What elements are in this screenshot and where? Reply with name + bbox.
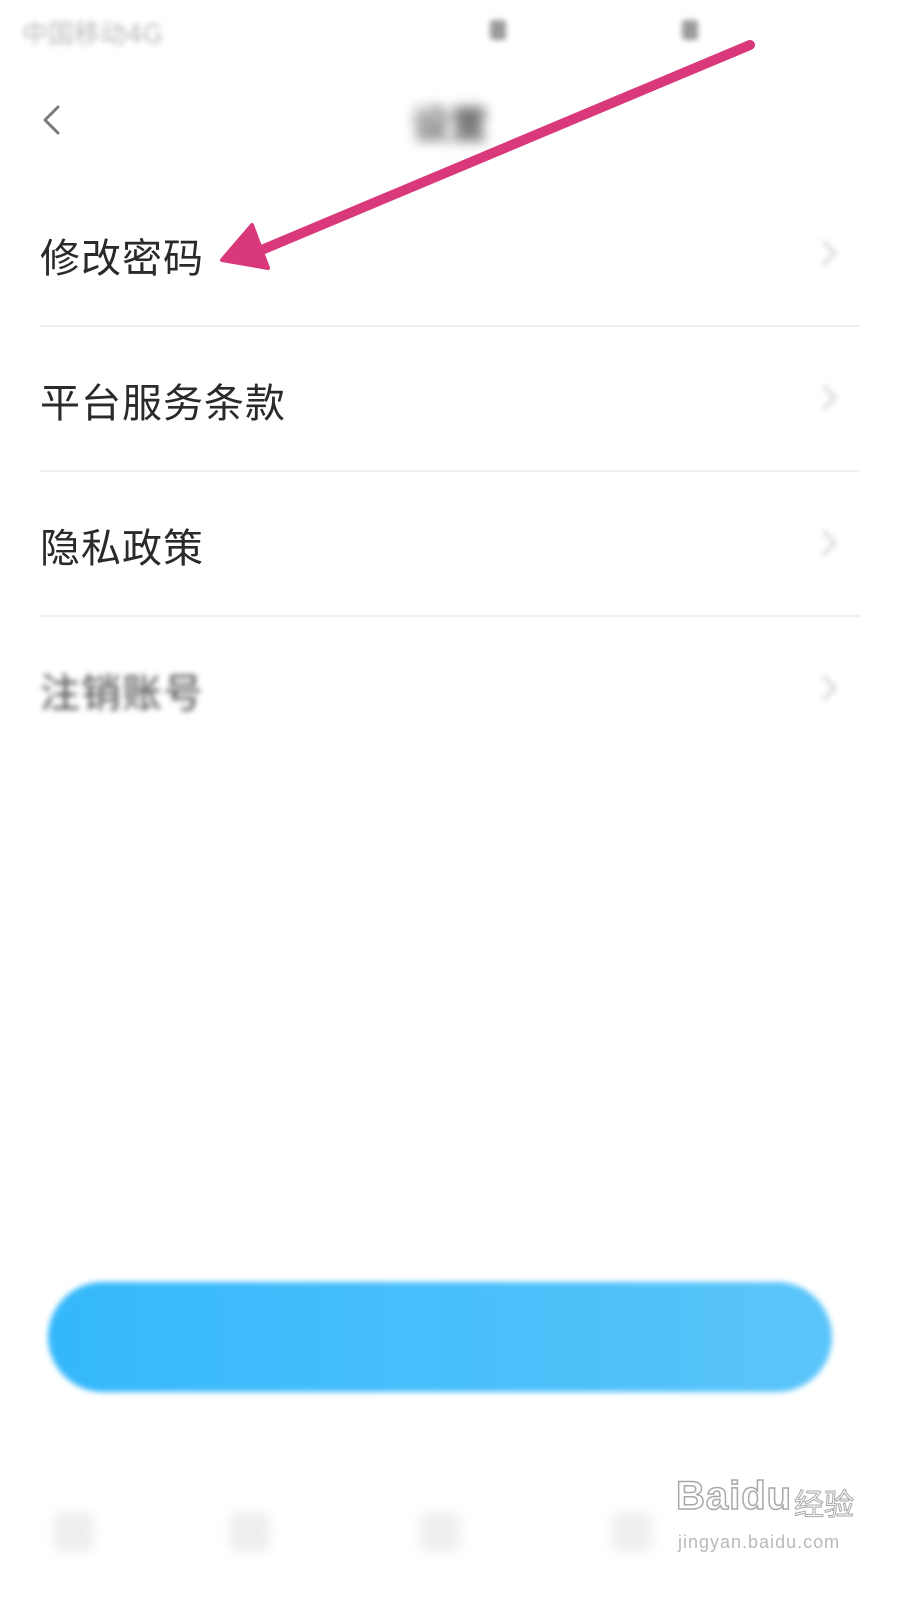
watermark-brand: Baidu: [675, 1473, 793, 1519]
watermark-product: 经验: [794, 1488, 855, 1524]
chevron-right-icon: [820, 528, 838, 558]
settings-item-terms-of-service[interactable]: 平台服务条款: [0, 327, 900, 472]
settings-item-label: 修改密码: [40, 236, 204, 282]
profile-tab-icon[interactable]: [612, 1512, 652, 1552]
settings-item-privacy-policy[interactable]: 隐私政策: [0, 472, 900, 617]
navigation-bar: 设置: [0, 64, 900, 174]
baidu-jingyan-watermark: Baidu 经验 jingyan.baidu.com: [675, 1473, 886, 1584]
discover-tab-icon[interactable]: [230, 1512, 270, 1552]
watermark-url: jingyan.baidu.com: [678, 1532, 841, 1552]
settings-item-label: 隐私政策: [40, 526, 204, 572]
settings-item-label: 平台服务条款: [40, 381, 286, 427]
chevron-right-icon: [820, 383, 838, 413]
settings-item-change-password[interactable]: 修改密码: [0, 182, 900, 327]
chevron-right-icon: [820, 673, 838, 703]
messages-tab-icon[interactable]: [420, 1512, 460, 1552]
settings-item-delete-account[interactable]: 注销账号: [0, 617, 900, 762]
logout-button[interactable]: [48, 1282, 832, 1392]
home-tab-icon[interactable]: [54, 1512, 94, 1552]
carrier-label: 中国移动4G: [22, 20, 163, 50]
chevron-right-icon: [820, 238, 838, 268]
settings-list: 修改密码 平台服务条款 隐私政策 注销账号: [0, 182, 900, 762]
page-title: 设置: [411, 103, 488, 147]
settings-item-label: 注销账号: [40, 671, 204, 717]
status-bar: 中国移动4G: [0, 0, 900, 64]
battery-icon: [682, 20, 698, 40]
status-indicator-icon: [490, 20, 506, 40]
